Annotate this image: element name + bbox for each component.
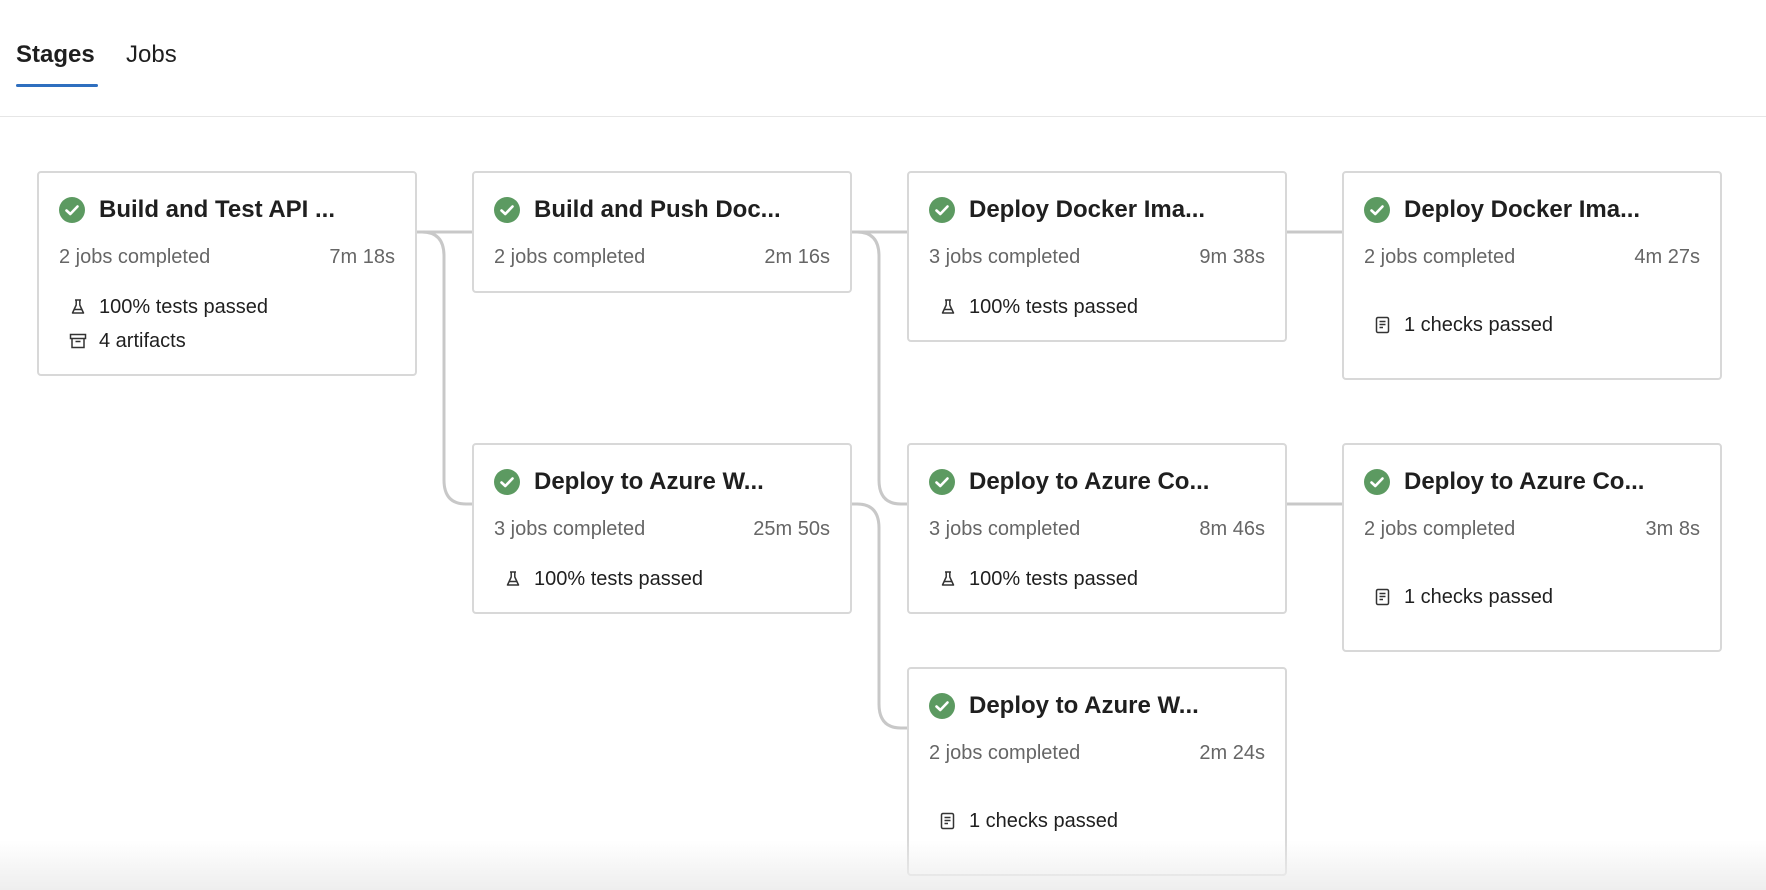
stage-duration: 3m 8s	[1645, 518, 1700, 540]
archive-box-icon	[69, 333, 87, 349]
connector-deploy-azure-w-to-deploy-azure-w-2	[852, 502, 907, 730]
beaker-icon	[941, 571, 955, 586]
stage-duration: 4m 27s	[1634, 246, 1700, 268]
stage-card-header: Build and Test API ...	[59, 195, 399, 225]
stage-duration: 2m 16s	[764, 246, 830, 268]
tab-stages[interactable]: Stages	[16, 40, 95, 70]
check-circle-icon	[929, 469, 955, 495]
check-circle-icon	[929, 197, 955, 223]
jobs-completed: 2 jobs completed	[929, 742, 1081, 764]
stage-card-deploy-azure-co-1[interactable]: Deploy to Azure Co... 3 jobs completed 8…	[907, 443, 1287, 614]
stage-card-build-test[interactable]: Build and Test API ... 2 jobs completed …	[37, 171, 417, 376]
jobs-completed: 2 jobs completed	[1364, 518, 1516, 540]
stage-title: Deploy to Azure Co...	[969, 468, 1210, 495]
check-circle-icon	[494, 197, 520, 223]
stage-title: Deploy Docker Ima...	[1404, 196, 1641, 223]
stage-card-header: Deploy to Azure W...	[494, 467, 834, 497]
tests-passed-text: 100% tests passed	[99, 296, 268, 318]
stage-card-deploy-docker-2[interactable]: Deploy Docker Ima... 2 jobs completed 4m…	[1342, 171, 1722, 380]
checklist-icon	[1375, 316, 1390, 334]
stage-card-header: Deploy Docker Ima...	[929, 195, 1269, 225]
stage-duration: 2m 24s	[1199, 742, 1265, 764]
stage-duration: 9m 38s	[1199, 246, 1265, 268]
bottom-fade	[0, 840, 1766, 890]
stage-duration: 7m 18s	[329, 246, 395, 268]
stage-title: Build and Push Doc...	[534, 196, 781, 223]
checklist-icon	[1375, 588, 1390, 606]
stage-card-header: Deploy to Azure Co...	[1364, 467, 1704, 497]
jobs-completed: 3 jobs completed	[929, 518, 1081, 540]
stage-card-build-push[interactable]: Build and Push Doc... 2 jobs completed 2…	[472, 171, 852, 293]
beaker-icon	[506, 571, 520, 586]
beaker-icon	[941, 299, 955, 314]
jobs-completed: 3 jobs completed	[494, 518, 646, 540]
checklist-icon	[940, 812, 955, 830]
stage-title: Build and Test API ...	[99, 196, 336, 223]
stage-card-header: Deploy to Azure W...	[929, 691, 1269, 721]
check-circle-icon	[929, 693, 955, 719]
stage-card-header: Deploy Docker Ima...	[1364, 195, 1704, 225]
stage-card-header: Build and Push Doc...	[494, 195, 834, 225]
checks-passed-text: 1 checks passed	[1404, 586, 1553, 608]
jobs-completed: 2 jobs completed	[59, 246, 211, 268]
stage-title: Deploy Docker Ima...	[969, 196, 1206, 223]
tests-passed-text: 100% tests passed	[534, 568, 703, 590]
stage-card-deploy-azure-co-2[interactable]: Deploy to Azure Co... 2 jobs completed 3…	[1342, 443, 1722, 652]
checks-passed-text: 1 checks passed	[969, 810, 1118, 832]
tests-passed-text: 100% tests passed	[969, 568, 1138, 590]
stage-title: Deploy to Azure W...	[534, 468, 764, 495]
check-circle-icon	[494, 469, 520, 495]
tab-jobs[interactable]: Jobs	[126, 40, 177, 70]
connector-build-push-to-deploy-azure-co	[852, 230, 907, 506]
checks-passed-text: 1 checks passed	[1404, 314, 1553, 336]
stage-card-deploy-docker-1[interactable]: Deploy Docker Ima... 3 jobs completed 9m…	[907, 171, 1287, 342]
stage-duration: 8m 46s	[1199, 518, 1265, 540]
beaker-icon	[71, 299, 85, 314]
check-circle-icon	[59, 197, 85, 223]
check-circle-icon	[1364, 197, 1390, 223]
check-circle-icon	[1364, 469, 1390, 495]
stage-duration: 25m 50s	[753, 518, 830, 540]
jobs-completed: 3 jobs completed	[929, 246, 1081, 268]
artifacts-text: 4 artifacts	[99, 330, 186, 352]
stage-card-header: Deploy to Azure Co...	[929, 467, 1269, 497]
stage-title: Deploy to Azure Co...	[1404, 468, 1645, 495]
stage-card-deploy-azure-w-1[interactable]: Deploy to Azure W... 3 jobs completed 25…	[472, 443, 852, 614]
tests-passed-text: 100% tests passed	[969, 296, 1138, 318]
jobs-completed: 2 jobs completed	[494, 246, 646, 268]
connector-build-test-to-deploy-azure-w	[417, 230, 472, 506]
jobs-completed: 2 jobs completed	[1364, 246, 1516, 268]
tab-bar: Stages Jobs	[0, 0, 1766, 117]
stage-title: Deploy to Azure W...	[969, 692, 1199, 719]
active-tab-indicator	[16, 84, 98, 87]
